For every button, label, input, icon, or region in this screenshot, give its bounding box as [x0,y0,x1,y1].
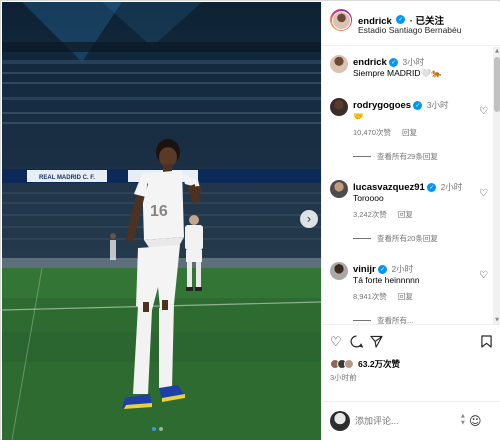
current-user-avatar [330,411,350,431]
comment-item: vinijr ✓ 2小时 Tá forte heinnnnn 8,941次赞 回… [330,262,490,324]
liker-avatar [344,359,354,369]
caption: endrick ✓ 3小时 Siempre MADRID🤍🐅 [330,55,490,85]
comment-time[interactable]: 2小时 [391,264,413,274]
post-actions: ♡ 63.2万次赞 3小时前 ▲▼ ☺ [322,324,500,440]
caption-username[interactable]: endrick [353,57,387,68]
jersey-number: 16 [150,203,168,220]
comment-likes[interactable]: 8,941次赞 [353,292,387,301]
next-photo-button[interactable]: › [300,210,318,228]
comments-list: endrick ✓ 3小时 Siempre MADRID🤍🐅 rodrygogo… [322,47,493,324]
add-comment-input[interactable] [355,416,455,426]
reply-button[interactable]: 回复 [402,128,417,137]
carousel-dots [152,427,163,431]
post-header: endrick ✓ · 已关注 Estadio Santiago Bernabé… [322,2,500,46]
verified-badge-icon: ✓ [427,183,437,193]
commenter-username[interactable]: vinijr [353,264,376,275]
commenter-avatar[interactable] [330,262,348,280]
post-photo[interactable]: REAL MADRID C. F. 16 › [2,2,321,440]
likes-summary[interactable]: 63.2万次赞 [330,358,400,370]
stadium-scene: REAL MADRID C. F. 16 [2,2,321,440]
carousel-dot [159,427,163,431]
verified-badge-icon: ✓ [378,265,388,275]
verified-badge-icon: ✓ [413,101,423,111]
comments-scrollbar[interactable]: ▲ ▼ [493,47,500,324]
likes-count[interactable]: 63.2万次赞 [358,358,400,370]
comment-likes[interactable]: 10,470次赞 [353,128,391,137]
comment-like-heart-icon[interactable]: ♡ [479,188,488,199]
comment-item: lucasvazquez91 ✓ 2小时 Toroooo 3,242次赞 回复 … [330,180,490,250]
reply-button[interactable]: 回复 [398,210,413,219]
verified-badge-icon: ✓ [396,15,406,25]
share-icon[interactable] [370,335,383,352]
comment-like-heart-icon[interactable]: ♡ [479,270,488,281]
comment-time[interactable]: 3小时 [427,100,449,110]
comment-text: Tá forte heinnnnn [353,275,420,285]
caption-avatar[interactable] [330,55,348,73]
scroll-up-icon[interactable]: ▲ [494,48,500,54]
input-scroll-icon: ▲ ▼ [461,413,465,426]
emoji-icon[interactable]: ☺ [469,414,482,428]
commenter-username[interactable]: rodrygogoes [353,100,411,111]
chevron-right-icon: › [306,212,312,226]
view-replies[interactable]: 查看所有29条回复 [353,151,438,162]
commenter-avatar[interactable] [330,98,348,116]
verified-badge-icon: ✓ [389,58,399,68]
scrollbar-thumb[interactable] [494,57,500,112]
comment-time[interactable]: 2小时 [441,182,463,192]
bookmark-icon[interactable] [481,335,492,352]
commenter-avatar[interactable] [330,180,348,198]
view-replies[interactable]: 查看所有... [353,315,413,324]
author-avatar[interactable] [330,9,352,31]
comment-like-heart-icon[interactable]: ♡ [479,106,488,117]
heart-icon[interactable]: ♡ [330,335,342,350]
add-comment-bar: ▲▼ ☺ [322,401,500,440]
carousel-dot-active [152,427,156,431]
comment-item: rodrygogoes ✓ 3小时 🤝 10,470次赞 回复 ♡ 查看所有29… [330,98,490,168]
comment-text: 🤝 [353,111,364,121]
comment-likes[interactable]: 3,242次赞 [353,210,387,219]
post-modal: REAL MADRID C. F. 16 › endrick ✓ · 已关注 E… [0,0,500,440]
commenter-username[interactable]: lucasvazquez91 [353,182,425,193]
board-text: REAL MADRID C. F. [39,175,95,181]
reply-button[interactable]: 回复 [398,292,413,301]
post-side-panel: endrick ✓ · 已关注 Estadio Santiago Bernabé… [321,2,500,440]
caption-time[interactable]: 3小时 [403,57,425,67]
scroll-down-icon[interactable]: ▼ [494,317,500,323]
comment-icon[interactable] [350,335,364,352]
view-replies[interactable]: 查看所有20条回复 [353,233,438,244]
caption-text: Siempre MADRID🤍🐅 [353,68,442,78]
location-link[interactable]: Estadio Santiago Bernabéu [358,25,462,35]
comment-text: Toroooo [353,193,384,203]
post-time[interactable]: 3小时前 [330,372,357,383]
